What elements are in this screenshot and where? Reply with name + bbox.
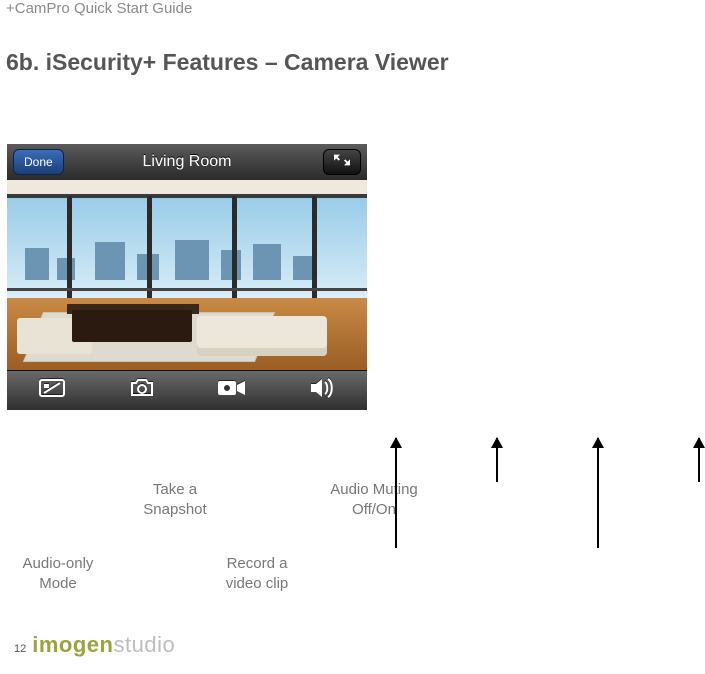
callout-arrow — [496, 438, 498, 482]
callout-audio-only: Audio-only Mode — [8, 554, 108, 593]
viewer-toolbar — [7, 370, 367, 410]
done-button[interactable]: Done — [13, 149, 64, 175]
camera-name-label: Living Room — [143, 153, 232, 171]
camera-feed — [7, 180, 367, 370]
video-camera-icon — [217, 379, 247, 402]
screen-off-icon — [39, 378, 65, 403]
callout-arrow — [395, 438, 397, 548]
section-title: 6b. iSecurity+ Features – Camera Viewer — [6, 48, 449, 77]
viewer-topbar: Done Living Room — [7, 144, 367, 180]
audio-only-button[interactable] — [31, 377, 73, 405]
callout-arrow — [597, 438, 599, 548]
camera-icon — [129, 378, 155, 403]
fullscreen-collapse-icon — [334, 153, 350, 172]
callout-snapshot: Take a Snapshot — [125, 480, 225, 519]
camera-viewer-screenshot: Done Living Room — [7, 144, 367, 409]
callout-audio-mute: Audio Muting Off/On — [309, 480, 439, 519]
callout-record: Record a video clip — [207, 554, 307, 593]
page-number: 12 — [14, 643, 26, 655]
audio-mute-button[interactable] — [301, 377, 343, 405]
speaker-icon — [309, 378, 335, 403]
brand-logo: imogenstudio — [32, 632, 175, 658]
callout-arrow — [698, 438, 700, 482]
snapshot-button[interactable] — [121, 377, 163, 405]
page-footer: 12 imogenstudio — [14, 632, 175, 658]
doc-header: +CamPro Quick Start Guide — [6, 0, 192, 17]
fullscreen-collapse-button[interactable] — [323, 149, 361, 175]
record-button[interactable] — [211, 377, 253, 405]
